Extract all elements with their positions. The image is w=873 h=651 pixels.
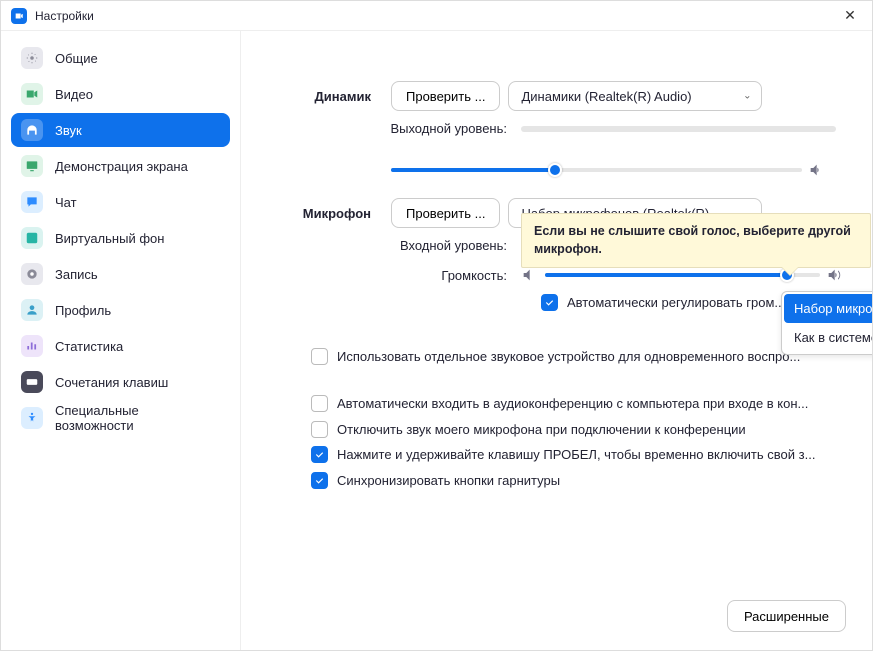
speaker-volume-slider[interactable] <box>271 160 842 180</box>
output-level-row: Выходной уровень: <box>271 121 842 136</box>
sidebar-item-label: Профиль <box>55 303 111 318</box>
auto-adjust-label: Автоматически регулировать гром... <box>567 293 785 313</box>
window-title: Настройки <box>35 9 94 23</box>
separate-audio-label: Использовать отдельное звуковое устройст… <box>337 347 800 367</box>
test-mic-button[interactable]: Проверить ... <box>391 198 500 228</box>
mute-on-join-row: Отключить звук моего микрофона при подкл… <box>311 420 842 440</box>
sidebar-item-virtual-bg[interactable]: Виртуальный фон <box>11 221 230 255</box>
sidebar-item-stats[interactable]: Статистика <box>11 329 230 363</box>
sidebar-item-label: Демонстрация экрана <box>55 159 188 174</box>
sidebar-item-label: Чат <box>55 195 77 210</box>
sidebar-item-audio[interactable]: Звук <box>11 113 230 147</box>
virtual-bg-icon <box>21 227 43 249</box>
output-level-label: Выходной уровень: <box>271 121 521 136</box>
main-panel: Динамик Проверить ... Динамики (Realtek(… <box>241 31 872 650</box>
auto-join-row: Автоматически входить в аудиоконференцию… <box>311 394 842 414</box>
mic-dropdown-panel: Набор микрофонов (Realtek(R) Audio) Как … <box>781 291 872 355</box>
sidebar-item-label: Общие <box>55 51 98 66</box>
advanced-button[interactable]: Расширенные <box>727 600 846 632</box>
tooltip-text: Если вы не слышите свой голос, выберите … <box>534 224 851 256</box>
sidebar-item-general[interactable]: Общие <box>11 41 230 75</box>
output-level-meter <box>521 126 836 132</box>
mic-option-realtek[interactable]: Набор микрофонов (Realtek(R) Audio) <box>784 294 872 323</box>
sidebar-item-label: Запись <box>55 267 98 282</box>
separate-audio-row: Использовать отдельное звуковое устройст… <box>311 347 842 367</box>
profile-icon <box>21 299 43 321</box>
sidebar-item-chat[interactable]: Чат <box>11 185 230 219</box>
mic-volume-slider[interactable] <box>545 265 820 285</box>
auto-join-label: Автоматически входить в аудиоконференцию… <box>337 394 808 414</box>
sidebar-item-label: Звук <box>55 123 82 138</box>
sidebar-item-label: Виртуальный фон <box>55 231 164 246</box>
mute-on-join-label: Отключить звук моего микрофона при подкл… <box>337 420 746 440</box>
sync-headset-row: Синхронизировать кнопки гарнитуры <box>311 471 842 491</box>
video-icon <box>21 83 43 105</box>
mute-on-join-checkbox[interactable] <box>311 421 328 438</box>
input-level-label: Входной уровень: <box>271 238 521 253</box>
test-speaker-button[interactable]: Проверить ... <box>391 81 500 111</box>
space-unmute-label: Нажмите и удерживайте клавишу ПРОБЕЛ, чт… <box>337 445 815 465</box>
sidebar-item-accessibility[interactable]: Специальные возможности <box>11 401 230 435</box>
speaker-label: Динамик <box>271 89 391 104</box>
titlebar: Настройки ✕ <box>1 1 872 31</box>
auto-join-checkbox[interactable] <box>311 395 328 412</box>
sidebar-item-label: Статистика <box>55 339 123 354</box>
app-icon <box>11 8 27 24</box>
sidebar-item-recording[interactable]: Запись <box>11 257 230 291</box>
speaker-low-icon <box>521 267 537 283</box>
sidebar-item-video[interactable]: Видео <box>11 77 230 111</box>
separate-audio-checkbox[interactable] <box>311 348 328 365</box>
sync-headset-label: Синхронизировать кнопки гарнитуры <box>337 471 560 491</box>
sidebar-item-profile[interactable]: Профиль <box>11 293 230 327</box>
mic-hint-tooltip: Если вы не слышите свой голос, выберите … <box>521 213 871 268</box>
mic-volume-row: Громкость: <box>271 265 842 285</box>
sync-headset-checkbox[interactable] <box>311 472 328 489</box>
chevron-down-icon: ⌄ <box>743 91 751 102</box>
accessibility-icon <box>21 407 43 429</box>
sidebar: Общие Видео Звук Демонстрация экрана Чат… <box>1 31 241 650</box>
auto-adjust-checkbox[interactable] <box>541 294 558 311</box>
sidebar-item-shortcuts[interactable]: Сочетания клавиш <box>11 365 230 399</box>
gear-icon <box>21 47 43 69</box>
stats-icon <box>21 335 43 357</box>
space-unmute-row: Нажмите и удерживайте клавишу ПРОБЕЛ, чт… <box>311 445 842 465</box>
speaker-high-icon <box>826 267 842 283</box>
mic-volume-label: Громкость: <box>271 268 521 283</box>
speaker-row: Динамик Проверить ... Динамики (Realtek(… <box>271 81 842 111</box>
speaker-icon <box>808 162 824 178</box>
share-screen-icon <box>21 155 43 177</box>
mic-option-system[interactable]: Как в системе <box>784 323 872 352</box>
close-button[interactable]: ✕ <box>838 4 862 28</box>
keyboard-icon <box>21 371 43 393</box>
headphones-icon <box>21 119 43 141</box>
speaker-select[interactable]: Динамики (Realtek(R) Audio) ⌄ <box>508 81 762 111</box>
record-icon <box>21 263 43 285</box>
sidebar-item-share[interactable]: Демонстрация экрана <box>11 149 230 183</box>
space-unmute-checkbox[interactable] <box>311 446 328 463</box>
sidebar-item-label: Сочетания клавиш <box>55 375 168 390</box>
sidebar-item-label: Специальные возможности <box>55 403 220 433</box>
speaker-selected-text: Динамики (Realtek(R) Audio) <box>521 89 691 104</box>
chat-icon <box>21 191 43 213</box>
mic-label: Микрофон <box>271 206 391 221</box>
sidebar-item-label: Видео <box>55 87 93 102</box>
